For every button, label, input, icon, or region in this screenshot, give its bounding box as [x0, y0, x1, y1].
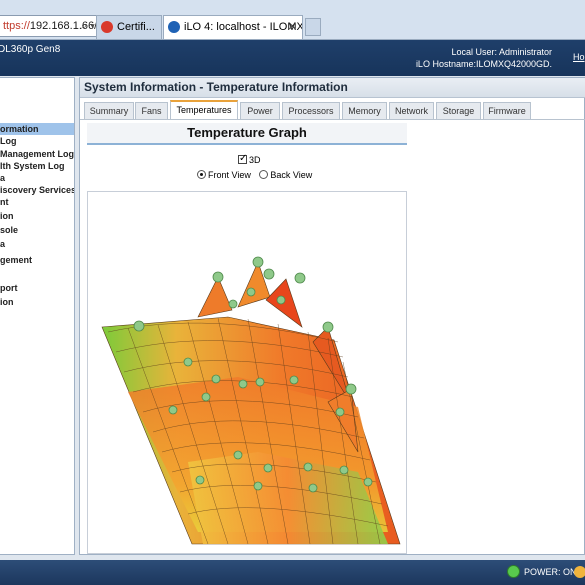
sidebar-item-management[interactable]: nt [0, 196, 74, 208]
sensor-marker [233, 450, 243, 460]
sidebar-item-discovery-services[interactable]: iscovery Services [0, 184, 74, 196]
browser-chrome: ttps://192.168.1.66/ ⌕ ▾ Certifi... iLO … [0, 0, 585, 40]
sensor-marker [345, 383, 357, 395]
tab-fans[interactable]: Fans [135, 102, 168, 119]
surface-peak [197, 276, 233, 318]
sensor-marker [238, 379, 248, 389]
tab-memory[interactable]: Memory [342, 102, 387, 119]
sidebar-item-power-management[interactable]: gement [0, 254, 74, 266]
server-name-line2: DL360p Gen8 [0, 44, 61, 55]
checkbox-3d-box[interactable] [238, 153, 247, 164]
tab-title: iLO 4: localhost - ILOMXQ4... [184, 21, 303, 33]
tab-processors[interactable]: Processors [282, 102, 340, 119]
radio-back-view-label: Back View [270, 170, 313, 180]
screen: ttps://192.168.1.66/ ⌕ ▾ Certifi... iLO … [0, 0, 585, 585]
sensor-marker [253, 481, 263, 491]
sensor-marker [308, 483, 318, 493]
hp-logo-icon [168, 21, 180, 33]
power-status-label: POWER: ON [524, 567, 577, 577]
close-tab-icon[interactable]: ✕ [288, 16, 297, 38]
sensor-marker [263, 463, 273, 473]
sidebar-item-diagnostics[interactable]: a [0, 172, 74, 184]
tab-firmware[interactable]: Firmware [483, 102, 531, 119]
main-panel: System Information - Temperature Informa… [79, 77, 585, 555]
server-name: DL360p Gen8 [0, 43, 60, 56]
tab-power[interactable]: Power [240, 102, 280, 119]
sensor-marker [255, 377, 265, 387]
sensor-marker [294, 272, 306, 284]
ilo-header: DL360p Gen8 Local User: Administrator iL… [0, 40, 585, 76]
sidebar-item-integrated-management-log[interactable]: Management Log [0, 148, 74, 160]
radio-front-view[interactable] [197, 170, 206, 179]
sidebar-item-support[interactable]: port [0, 282, 74, 294]
checkbox-3d[interactable]: 3D [238, 153, 298, 167]
sensor-marker [252, 256, 264, 268]
sidebar-item-information[interactable]: ion [0, 210, 74, 222]
help-link[interactable]: Ho [573, 52, 585, 62]
sensor-marker [289, 375, 299, 385]
info-tabs: Summary Fans Temperatures Power Processo… [80, 100, 585, 120]
sensor-marker [211, 374, 221, 384]
power-indicator-icon [508, 566, 519, 577]
search-icon[interactable]: ⌕ ▾ [81, 16, 95, 36]
power-status[interactable]: POWER: ON [508, 566, 577, 578]
ilo-hostname: iLO Hostname:ILOMXQ42000GD. [415, 59, 552, 69]
sidebar-item-system-information[interactable]: ormation [0, 123, 74, 135]
sidebar-nav: ormation Log Management Log lth System L… [0, 77, 75, 555]
sidebar-item-remote-console[interactable]: sole [0, 224, 74, 236]
uid-icon[interactable] [574, 566, 585, 578]
temperature-surface-plot [101, 256, 401, 545]
sensor-marker [228, 299, 238, 309]
graph-title: Temperature Graph [87, 123, 407, 145]
checkbox-3d-label: 3D [249, 155, 261, 165]
page-title: System Information - Temperature Informa… [80, 78, 585, 98]
tab-temperatures[interactable]: Temperatures [170, 100, 238, 120]
sensor-marker [201, 392, 211, 402]
sidebar-item-ilo-event-log[interactable]: Log [0, 135, 74, 147]
shield-icon [101, 21, 113, 33]
sensor-marker [246, 287, 256, 297]
tab-summary[interactable]: Summary [84, 102, 134, 119]
sensor-marker [335, 407, 345, 417]
sidebar-item-administration[interactable]: ion [0, 296, 74, 308]
sensor-marker [276, 295, 286, 305]
url-scheme: ttps:// [3, 20, 30, 32]
tab-storage[interactable]: Storage [436, 102, 481, 119]
sensor-marker [168, 405, 178, 415]
sensor-marker [212, 271, 224, 283]
sidebar-item-active-health-system-log[interactable]: lth System Log [0, 160, 74, 172]
status-bar: POWER: ON [0, 560, 585, 585]
sidebar-item-media[interactable]: a [0, 238, 74, 250]
new-tab-button[interactable] [305, 18, 321, 36]
sensor-marker [263, 268, 275, 280]
view-selector: Front View Back View [197, 170, 357, 182]
sensor-marker [363, 477, 373, 487]
tab-divider [80, 119, 585, 120]
local-user: Local User: Administrator [451, 47, 552, 57]
sensor-marker [322, 321, 334, 333]
sensor-marker [183, 357, 193, 367]
surface-peak [237, 261, 271, 308]
radio-back-view[interactable] [259, 170, 269, 179]
tab-network[interactable]: Network [389, 102, 434, 119]
sensor-marker [303, 462, 313, 472]
sensor-marker [339, 465, 349, 475]
browser-tab-certificate[interactable]: Certifi... [96, 15, 162, 39]
radio-front-view-label: Front View [208, 170, 251, 180]
tab-title: Certifi... [117, 21, 155, 33]
sensor-marker [133, 320, 145, 332]
browser-tab-ilo[interactable]: iLO 4: localhost - ILOMXQ4... ✕ [163, 15, 303, 39]
sensor-marker [195, 475, 205, 485]
temperature-graph-canvas[interactable] [87, 191, 407, 554]
user-info: Local User: Administrator iLO Hostname:I… [416, 46, 552, 70]
